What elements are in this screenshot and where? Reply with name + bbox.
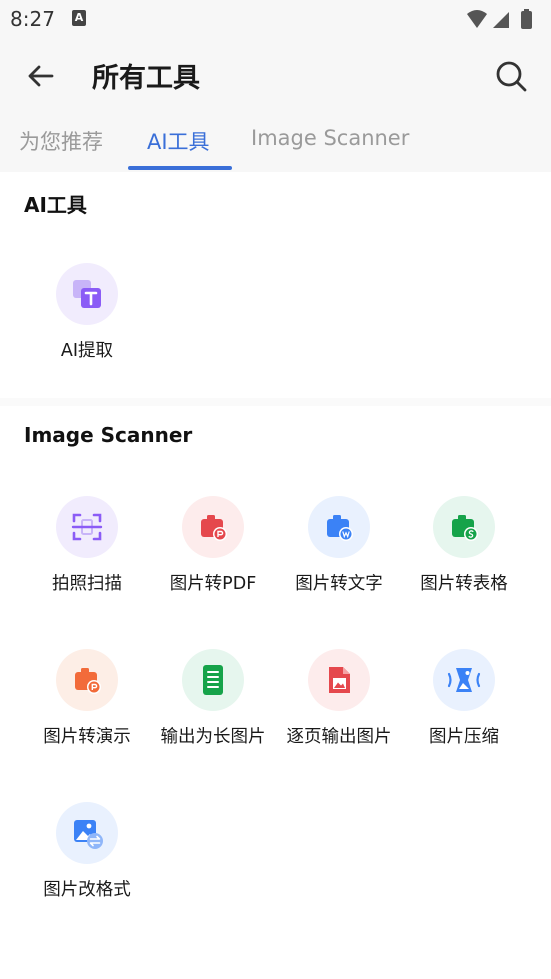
tool-ai-extract[interactable]: AI提取 xyxy=(24,263,150,373)
section-title-ai: AI工具 xyxy=(24,193,87,217)
status-bar: 8:27 A xyxy=(0,0,551,40)
tool-image-to-sheet[interactable]: 图片转表格 xyxy=(401,496,527,606)
image-to-sheet-icon xyxy=(433,496,495,558)
tab-image-scanner[interactable]: Image Scanner xyxy=(251,126,409,150)
tool-page-images[interactable]: 逐页输出图片 xyxy=(276,649,402,759)
back-button[interactable] xyxy=(18,54,62,98)
wifi-icon xyxy=(467,10,487,28)
image-to-word-icon xyxy=(308,496,370,558)
status-icons xyxy=(467,9,532,29)
tool-label: 输出为长图片 xyxy=(160,727,266,747)
tool-label: AI提取 xyxy=(60,341,114,361)
image-to-ppt-icon xyxy=(56,649,118,711)
notification-icon: A xyxy=(72,10,86,26)
convert-format-icon xyxy=(56,802,118,864)
tool-label: 图片转PDF xyxy=(169,574,257,594)
tab-indicator xyxy=(128,166,232,170)
signal-icon xyxy=(493,12,509,28)
tool-label: 拍照扫描 xyxy=(52,574,122,594)
long-image-icon xyxy=(182,649,244,711)
tab-bar: 为您推荐 AI工具 Image Scanner xyxy=(0,112,551,172)
status-time: 8:27 xyxy=(10,7,55,31)
arrow-left-icon xyxy=(28,65,54,87)
tab-recommended[interactable]: 为您推荐 xyxy=(19,126,103,156)
section-title-scanner: Image Scanner xyxy=(24,423,193,447)
tool-image-to-text[interactable]: 图片转文字 xyxy=(276,496,402,606)
tool-compress[interactable]: 图片压缩 xyxy=(401,649,527,759)
page-images-icon xyxy=(308,649,370,711)
tab-ai-tools[interactable]: AI工具 xyxy=(147,126,210,156)
search-button[interactable] xyxy=(489,54,533,98)
tool-label: 图片转演示 xyxy=(43,727,131,747)
page-title: 所有工具 xyxy=(92,63,200,94)
tool-image-to-pdf[interactable]: 图片转PDF xyxy=(150,496,276,606)
section-divider xyxy=(0,398,551,406)
ai-extract-icon xyxy=(56,263,118,325)
tool-convert-format[interactable]: 图片改格式 xyxy=(24,802,150,912)
tool-label: 图片转文字 xyxy=(295,574,383,594)
tool-label: 逐页输出图片 xyxy=(286,727,392,747)
tool-photo-scan[interactable]: 拍照扫描 xyxy=(24,496,150,606)
image-to-pdf-icon xyxy=(182,496,244,558)
app-bar: 所有工具 xyxy=(0,40,551,112)
battery-icon xyxy=(521,11,532,29)
scan-icon xyxy=(56,496,118,558)
compress-icon xyxy=(433,649,495,711)
tool-label: 图片压缩 xyxy=(429,727,499,747)
tool-image-to-ppt[interactable]: 图片转演示 xyxy=(24,649,150,759)
tool-label: 图片改格式 xyxy=(43,880,131,900)
tool-label: 图片转表格 xyxy=(420,574,508,594)
tool-long-image[interactable]: 输出为长图片 xyxy=(150,649,276,759)
search-icon xyxy=(496,61,527,92)
